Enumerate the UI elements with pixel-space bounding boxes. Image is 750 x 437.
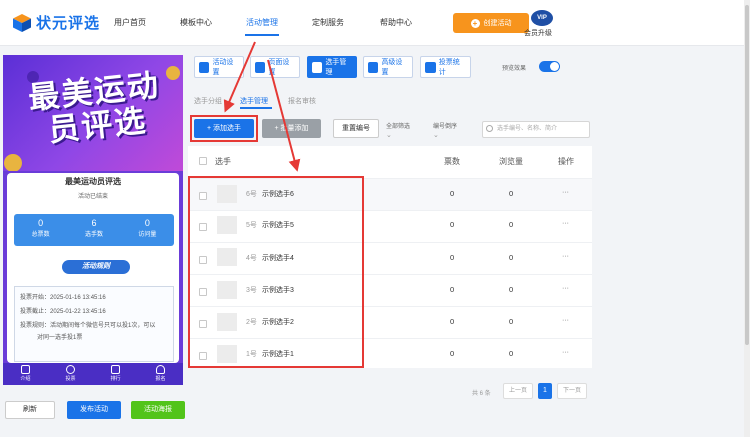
pager-total: 共 6 条 bbox=[472, 391, 491, 397]
next-page-button[interactable]: 下一页 bbox=[557, 383, 587, 399]
annotation-arrows-icon bbox=[223, 41, 301, 172]
prev-page-button[interactable]: 上一页 bbox=[503, 383, 533, 399]
current-page[interactable]: 1 bbox=[538, 383, 552, 399]
